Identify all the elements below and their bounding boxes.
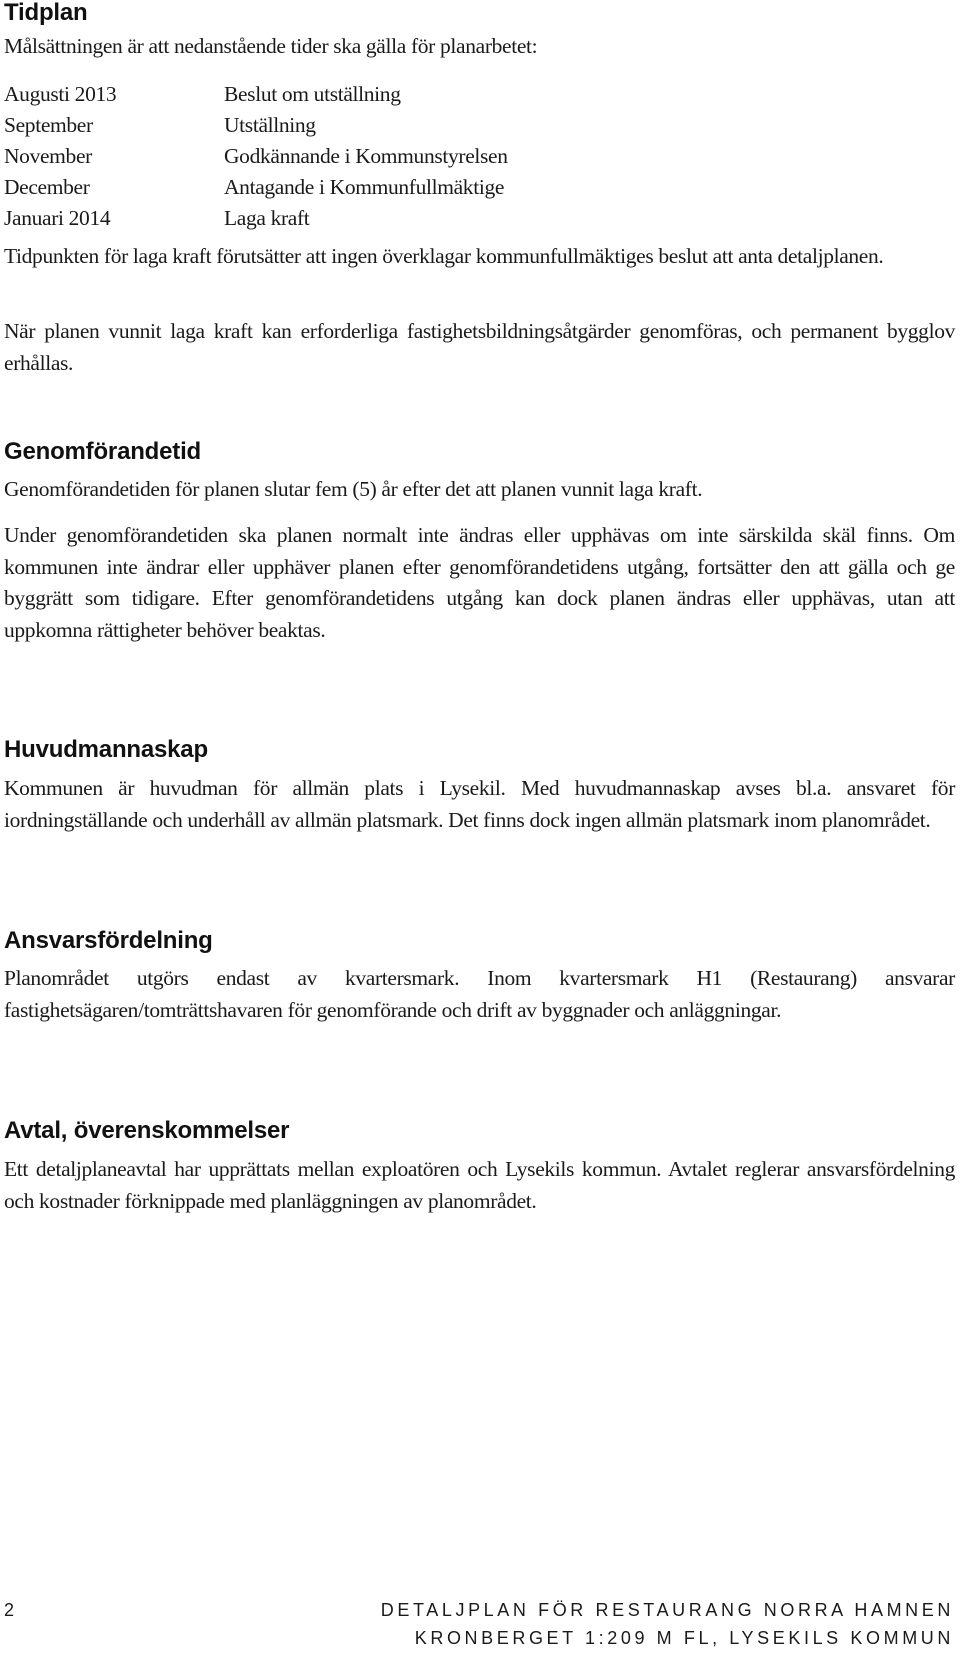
tidplan-paragraph: När planen vunnit laga kraft kan erforde… (4, 319, 955, 375)
tidplan-paragraph: Tidpunkten för laga kraft förutsätter at… (4, 244, 884, 268)
tidplan-intro: Målsättningen är att nedanstående tider … (4, 34, 538, 58)
genomforandetid-paragraph: Under genomförandetiden ska planen norma… (4, 523, 955, 642)
schedule-event: Laga kraft (224, 206, 310, 230)
heading-huvudmannaskap: Huvudmannaskap (4, 736, 208, 763)
schedule-date: Januari 2014 (4, 206, 111, 230)
footer-title-line2: KRONBERGET 1:209 M FL, LYSEKILS KOMMUN (414, 1628, 954, 1648)
footer-title-line1: DETALJPLAN FÖR RESTAURANG NORRA HAMNEN (380, 1600, 954, 1620)
page-number: 2 (4, 1600, 15, 1620)
genomforandetid-paragraph: Genomförandetiden för planen slutar fem … (4, 477, 703, 501)
heading-ansvarsfordelning: Ansvarsfördelning (4, 927, 213, 954)
ansvarsfordelning-paragraph: Planområdet utgörs endast av kvartersmar… (4, 966, 955, 1022)
schedule-date: Augusti 2013 (4, 82, 117, 106)
schedule-event: Utställning (224, 113, 316, 137)
schedule-date: December (4, 175, 90, 199)
document-page: Tidplan Målsättningen är att nedanståend… (0, 0, 960, 1655)
avtal-paragraph: Ett detaljplaneavtal har upprättats mell… (4, 1157, 955, 1213)
schedule-event: Antagande i Kommunfullmäktige (224, 175, 505, 199)
huvudmannaskap-paragraph: Kommunen är huvudman för allmän plats i … (4, 776, 955, 832)
schedule-event: Godkännande i Kommunstyrelsen (224, 144, 508, 168)
schedule-date: September (4, 113, 93, 137)
heading-tidplan: Tidplan (4, 0, 88, 26)
heading-genomforandetid: Genomförandetid (4, 438, 202, 465)
schedule-event: Beslut om utställning (224, 82, 401, 106)
schedule-date: November (4, 144, 92, 168)
heading-avtal: Avtal, överenskommelser (4, 1117, 290, 1144)
